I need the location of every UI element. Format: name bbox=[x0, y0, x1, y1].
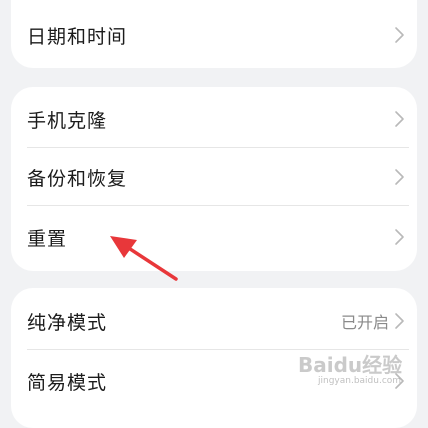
chevron-right-icon bbox=[395, 27, 404, 43]
watermark: Baidu经验 jingyan.baidu.com bbox=[298, 349, 416, 389]
settings-item-label: 纯净模式 bbox=[27, 311, 108, 334]
settings-item-label: 简易模式 bbox=[27, 371, 108, 394]
settings-item-reset[interactable]: 重置 bbox=[11, 208, 417, 266]
settings-group-backup: 手机克隆 备份和恢复 重置 bbox=[11, 87, 417, 271]
settings-item-label: 手机克隆 bbox=[27, 109, 108, 132]
settings-item-backup-restore[interactable]: 备份和恢复 bbox=[11, 148, 417, 206]
settings-group-datetime: 日期和时间 bbox=[11, 0, 417, 68]
divider bbox=[27, 205, 409, 206]
chevron-right-icon bbox=[395, 229, 404, 245]
chevron-right-icon bbox=[395, 313, 404, 329]
chevron-right-icon bbox=[395, 111, 404, 127]
watermark-url: jingyan.baidu.com bbox=[318, 376, 402, 386]
watermark-logo: Baidu经验 bbox=[298, 353, 403, 377]
settings-item-phone-clone[interactable]: 手机克隆 bbox=[11, 90, 417, 148]
settings-item-label: 日期和时间 bbox=[27, 25, 128, 48]
settings-item-pure-mode[interactable]: 纯净模式 已开启 bbox=[11, 292, 417, 350]
settings-item-label: 备份和恢复 bbox=[27, 167, 128, 190]
settings-item-label: 重置 bbox=[27, 227, 68, 250]
chevron-right-icon bbox=[395, 169, 404, 185]
settings-item-date-time[interactable]: 日期和时间 bbox=[11, 6, 417, 64]
status-value: 已开启 bbox=[340, 313, 389, 332]
